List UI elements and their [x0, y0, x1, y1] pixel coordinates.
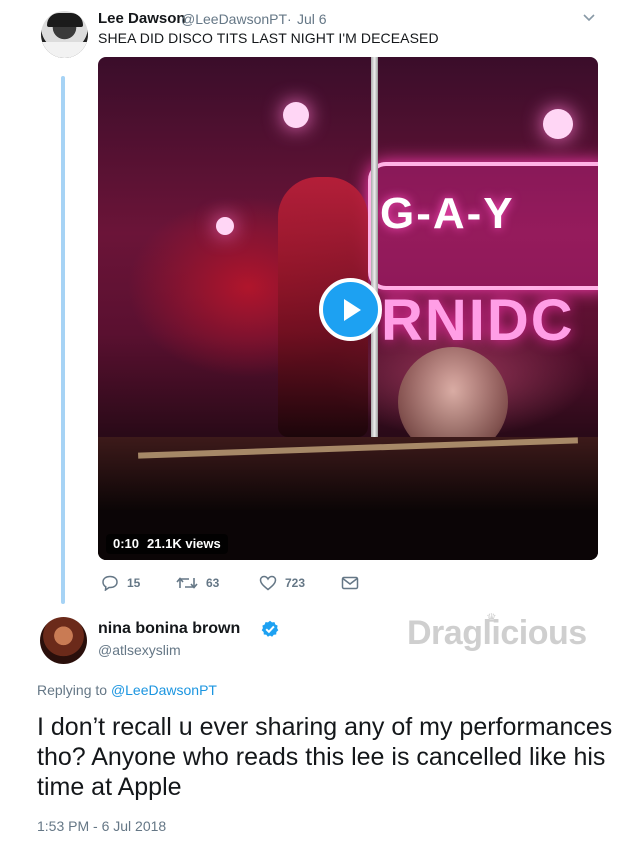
- draglicious-watermark: Draglicious: [407, 614, 587, 652]
- author-name[interactable]: Lee Dawson: [98, 10, 186, 27]
- like-count: 723: [285, 576, 306, 590]
- tweet-date[interactable]: Jul 6: [297, 11, 327, 27]
- tweet-text: SHEA DID DISCO TITS LAST NIGHT I'M DECEA…: [98, 30, 439, 46]
- replying-to-link[interactable]: @LeeDawsonPT: [111, 682, 217, 698]
- author-name[interactable]: nina bonina brown: [98, 620, 240, 638]
- chevron-down-icon[interactable]: [581, 11, 597, 25]
- video-stats-badge: 0:10 21.1K views: [106, 534, 228, 554]
- video-duration: 0:10: [113, 536, 140, 551]
- like-button[interactable]: 723: [259, 573, 305, 593]
- video-sign-text: G-A-Y: [380, 189, 515, 238]
- avatar[interactable]: [41, 11, 88, 58]
- video-sign-text-2: RNIDC: [381, 288, 575, 353]
- tweet-timestamp[interactable]: 1:53 PM - 6 Jul 2018: [37, 818, 166, 834]
- tweet-text: I don’t recall u ever sharing any of my …: [37, 713, 613, 801]
- stage-pole: [371, 57, 378, 477]
- verified-icon: [261, 620, 279, 637]
- play-icon: [343, 298, 361, 321]
- thread-line: [61, 76, 65, 604]
- author-handle[interactable]: @atlsexyslim: [98, 642, 181, 658]
- author-handle[interactable]: @LeeDawsonPT: [181, 11, 287, 27]
- retweet-icon: [176, 577, 198, 589]
- reply-button[interactable]: 15: [101, 573, 140, 593]
- reply-icon: [102, 575, 118, 591]
- replying-prefix: Replying to: [37, 682, 108, 698]
- separator: ·: [287, 11, 292, 27]
- video-views: 21.1K views: [147, 536, 221, 551]
- reply-count: 15: [127, 576, 141, 590]
- retweet-button[interactable]: 63: [176, 573, 219, 593]
- avatar[interactable]: [40, 617, 87, 664]
- retweet-count: 63: [206, 576, 220, 590]
- play-button[interactable]: [319, 278, 382, 341]
- heart-icon: [259, 575, 277, 591]
- direct-message-button[interactable]: [341, 573, 359, 593]
- crown-icon: ♛: [486, 611, 497, 625]
- replying-to-line: Replying to @LeeDawsonPT: [37, 682, 217, 698]
- envelope-icon: [341, 576, 359, 590]
